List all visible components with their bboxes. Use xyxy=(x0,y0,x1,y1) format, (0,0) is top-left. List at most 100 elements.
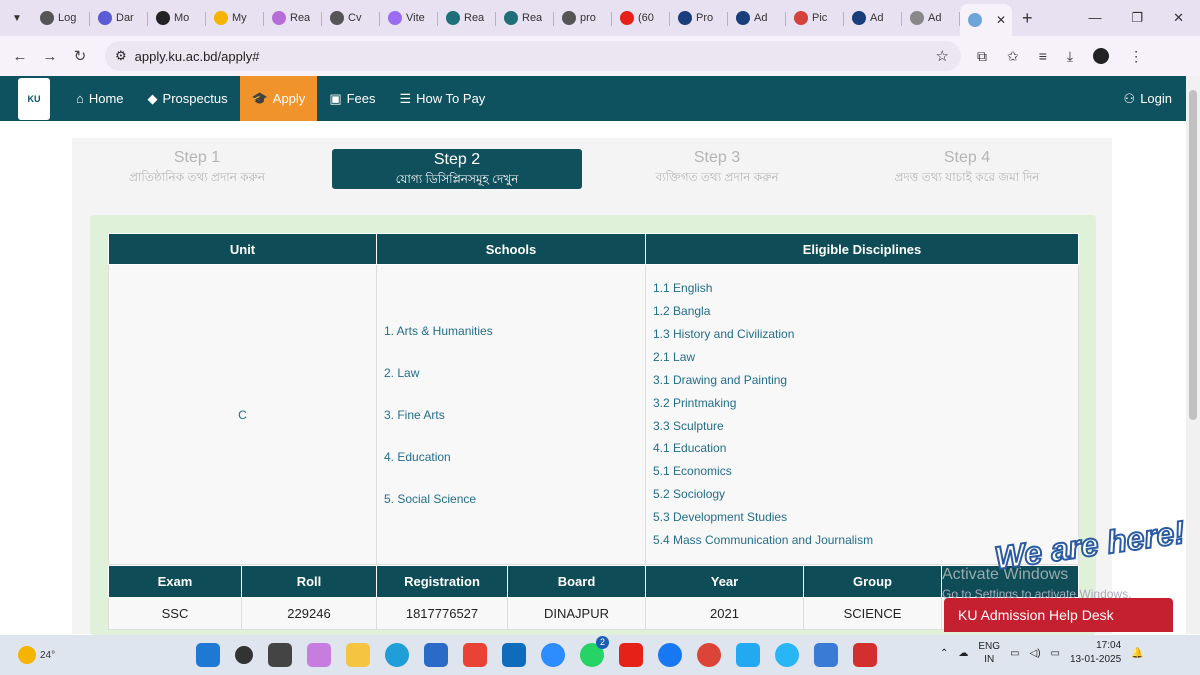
pdf-reader-icon[interactable] xyxy=(853,643,877,667)
browser-tab[interactable]: Ad xyxy=(902,4,960,32)
nav-link-apply[interactable]: 🎓 Apply xyxy=(239,76,318,121)
extensions-icon[interactable]: ⧉ xyxy=(977,48,987,65)
exam-header-cell: Exam xyxy=(108,565,242,598)
browser-tab[interactable]: Cv xyxy=(322,4,380,32)
unit-cell: C xyxy=(108,264,377,565)
browser-tab[interactable]: Dar xyxy=(90,4,148,32)
site-info-icon[interactable]: ⚙ xyxy=(115,48,127,64)
nav-link-how-to-pay[interactable]: ☰ How To Pay xyxy=(388,76,498,121)
browser-tab[interactable]: Ad xyxy=(728,4,786,32)
nav-link-label: Fees xyxy=(346,91,376,106)
edge-icon[interactable] xyxy=(385,643,409,667)
tab-favicon-icon xyxy=(852,11,866,25)
discipline-item: 1.3 History and Civilization xyxy=(653,326,795,341)
browser-tab[interactable]: Rea xyxy=(496,4,554,32)
download-icon[interactable]: ⤓ xyxy=(1067,48,1073,65)
school-item: 2. Law xyxy=(384,365,420,380)
gmail-icon[interactable] xyxy=(463,643,487,667)
battery-icon[interactable]: ▭ xyxy=(1051,648,1060,659)
network-icon[interactable]: ▭ xyxy=(1010,648,1019,659)
notification-bell-icon[interactable]: 🔔 xyxy=(1131,648,1143,659)
copilot-icon[interactable] xyxy=(307,643,331,667)
onedrive-icon[interactable]: ☁ xyxy=(958,648,968,659)
nav-link-home[interactable]: ⌂ Home xyxy=(64,76,136,121)
discipline-item: 5.1 Economics xyxy=(653,464,732,479)
more-menu-icon[interactable]: ⋮ xyxy=(1129,48,1143,65)
volume-icon[interactable]: ◁) xyxy=(1030,648,1041,659)
vscode-icon[interactable] xyxy=(736,643,760,667)
browser-tab[interactable]: Rea xyxy=(264,4,322,32)
step-title: Step 2 xyxy=(433,151,481,168)
exam-cell: 2021 xyxy=(645,597,804,630)
tab-favicon-icon xyxy=(156,11,170,25)
browser-tab[interactable]: Ad xyxy=(844,4,902,32)
scroll-thumb[interactable] xyxy=(1189,90,1197,420)
nav-link-fees[interactable]: ▣ Fees xyxy=(317,76,387,121)
time-text: 17:04 xyxy=(1096,640,1122,651)
step-title: Step 1 xyxy=(173,149,221,166)
store-icon[interactable] xyxy=(424,643,448,667)
step-4: Step 4 প্রদত্ত তথ্য যাচাই করে জমা দিন xyxy=(842,149,1092,189)
browser-tab[interactable]: Pic xyxy=(786,4,844,32)
tab-title: Pro xyxy=(696,12,714,24)
window-controls: — ❐ ✕ xyxy=(1088,10,1184,26)
help-desk-button[interactable]: KU Admission Help Desk xyxy=(944,598,1173,632)
tab-favicon-icon xyxy=(794,11,808,25)
favorites-icon[interactable]: ✩ xyxy=(1007,48,1019,65)
sun-icon xyxy=(18,646,36,664)
discipline-item: 3.1 Drawing and Painting xyxy=(653,372,788,387)
step-2: Step 2 যোগ্য ডিসিপ্লিনসমূহ দেখুন xyxy=(332,149,582,189)
exam-header-row: Exam Roll Registration Board Year Group xyxy=(108,565,1079,598)
browser-tab[interactable]: Pro xyxy=(670,4,728,32)
reading-list-icon[interactable]: ≡ xyxy=(1039,48,1047,64)
browser-tab[interactable]: Mo xyxy=(148,4,206,32)
facebook-icon[interactable] xyxy=(658,643,682,667)
zoom-icon[interactable] xyxy=(541,643,565,667)
search-icon[interactable] xyxy=(235,646,253,664)
tab-title: Rea xyxy=(522,12,543,24)
tab-search-icon[interactable]: ▼ xyxy=(6,7,28,29)
school-item: 4. Education xyxy=(384,449,451,464)
back-icon[interactable]: ← xyxy=(5,48,35,65)
tab-title: Log xyxy=(58,12,77,24)
browser-tab[interactable]: pro xyxy=(554,4,612,32)
app-icon[interactable] xyxy=(775,643,799,667)
reload-icon[interactable]: ↻ xyxy=(65,47,95,65)
new-tab-icon[interactable]: + xyxy=(1022,8,1033,29)
browser-tab[interactable]: My xyxy=(206,4,264,32)
browser-tab[interactable]: (60 xyxy=(612,4,670,32)
file-explorer-icon[interactable] xyxy=(346,643,370,667)
minimize-icon[interactable]: — xyxy=(1088,10,1101,26)
chrome-icon[interactable] xyxy=(697,643,721,667)
step-subtitle: যোগ্য ডিসিপ্লিনসমূহ দেখুন xyxy=(395,172,519,186)
notepad-icon[interactable] xyxy=(814,643,838,667)
browser-tab[interactable]: Rea xyxy=(438,4,496,32)
whatsapp-icon[interactable]: 2 xyxy=(580,636,609,667)
tab-title: Dar xyxy=(116,12,134,24)
restore-icon[interactable]: ❐ xyxy=(1131,10,1143,26)
active-tab[interactable]: ✕ xyxy=(960,4,1012,36)
profile-avatar[interactable] xyxy=(1093,48,1110,64)
weather-widget[interactable]: 24° xyxy=(18,646,55,664)
discipline-item: 3.2 Printmaking xyxy=(653,395,737,410)
site-navbar: KU ⌂ Home ◆ Prospectus 🎓 Apply ▣ Fees ☰ How To Pa… xyxy=(0,76,1186,121)
task-view-icon[interactable] xyxy=(268,643,292,667)
login-link[interactable]: ⚇ Login xyxy=(1124,91,1172,107)
youtube-icon[interactable] xyxy=(619,643,643,667)
exam-row: SSC 229246 1817776527 DINAJPUR 2021 SCIENCE xyxy=(108,597,1079,630)
browser-tab[interactable]: Vite xyxy=(380,4,438,32)
nav-link-prospectus[interactable]: ◆ Prospectus xyxy=(136,76,240,121)
forward-icon[interactable]: → xyxy=(35,48,65,65)
close-tab-icon[interactable]: ✕ xyxy=(996,13,1006,27)
language-indicator[interactable]: ENG IN xyxy=(978,640,1000,666)
chevron-up-icon[interactable]: ⌃ xyxy=(940,648,948,659)
browser-tab[interactable]: Log xyxy=(32,4,90,32)
close-window-icon[interactable]: ✕ xyxy=(1173,10,1184,26)
start-icon[interactable] xyxy=(196,643,220,667)
outlook-icon[interactable] xyxy=(502,643,526,667)
url-bar[interactable]: ⚙ apply.ku.ac.bd/apply# ☆ xyxy=(105,41,961,71)
clock[interactable]: 17:04 13-01-2025 xyxy=(1070,639,1121,667)
ku-logo[interactable]: KU xyxy=(18,77,50,120)
page-scrollbar[interactable] xyxy=(1186,76,1200,634)
bookmark-star-icon[interactable]: ☆ xyxy=(936,47,949,65)
